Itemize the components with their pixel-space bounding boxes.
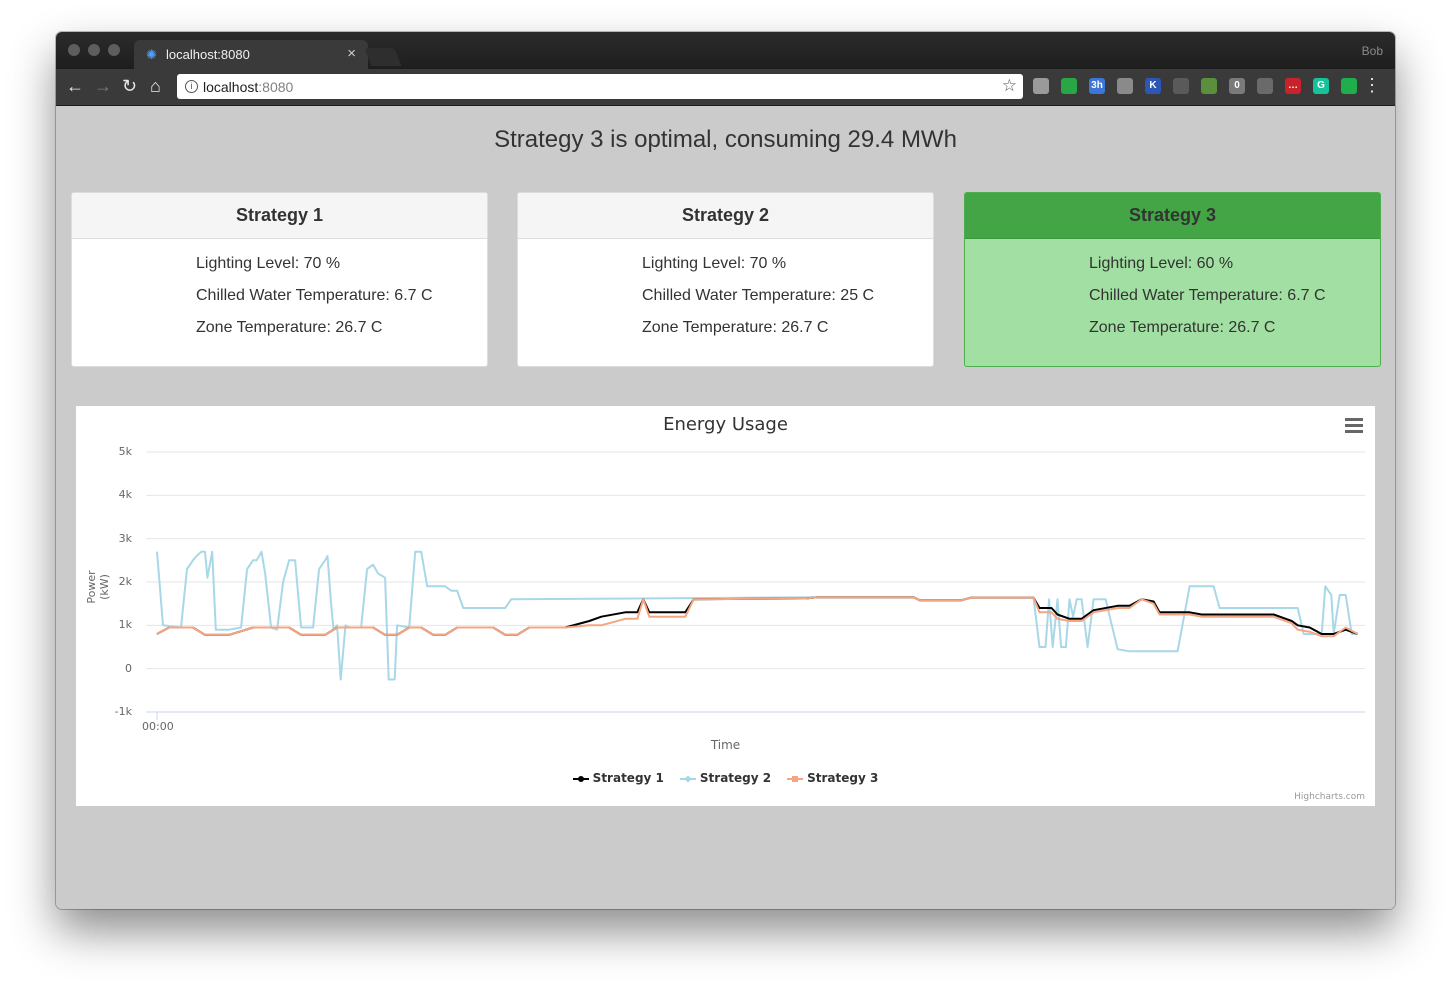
bookmark-star-icon[interactable]: ☆ [1002, 76, 1017, 96]
strategy-2-panel: Strategy 2 Lighting Level: 70 % Chilled … [517, 192, 934, 367]
tab-title: localhost:8080 [166, 47, 250, 62]
evernote-icon[interactable] [1201, 78, 1217, 94]
y-tick-label: 3k [118, 531, 132, 545]
y-tick-label: -1k [114, 705, 132, 718]
strategy-3-panel: Strategy 3 Lighting Level: 60 % Chilled … [964, 192, 1381, 367]
profile-name[interactable]: Bob [1362, 44, 1383, 58]
k-extension-icon[interactable]: K [1145, 78, 1161, 94]
y-tick-label: 5k [118, 445, 132, 458]
new-tab-button[interactable] [364, 48, 402, 66]
strategy-3-chilled-water: Chilled Water Temperature: 6.7 C [1089, 287, 1326, 304]
page-title: Strategy 3 is optimal, consuming 29.4 MW… [494, 126, 957, 153]
legend-label: Strategy 1 [592, 771, 664, 785]
strategy-2-chilled-water: Chilled Water Temperature: 25 C [642, 287, 875, 304]
y-tick-label: 0 [125, 661, 132, 675]
legend-symbol-icon [787, 774, 804, 784]
browser-tab[interactable]: ✺ localhost:8080 × [134, 40, 368, 69]
calendar-icon[interactable]: 3h [1089, 78, 1105, 94]
title-bar: ✺ localhost:8080 × Bob [56, 32, 1395, 69]
series-line-strategy-2[interactable] [156, 550, 1358, 681]
site-info-icon[interactable]: i [185, 80, 198, 93]
strategy-2-zone-temp: Zone Temperature: 26.7 C [642, 319, 829, 336]
highcharts-credits[interactable]: Highcharts.com [1294, 792, 1365, 802]
strategy-1-lighting: Lighting Level: 70 % [196, 255, 341, 272]
legend-item-strategy-2[interactable]: Strategy 2 [679, 771, 772, 785]
favicon-icon: ✺ [146, 47, 157, 62]
chart-title: Energy Usage [663, 414, 788, 435]
forward-arrow-icon[interactable]: → [94, 75, 112, 97]
pocket-icon[interactable] [1033, 78, 1049, 94]
strategy-3-lighting: Lighting Level: 60 % [1089, 255, 1234, 272]
legend-symbol-icon [572, 774, 589, 784]
legend-item-strategy-1[interactable]: Strategy 1 [572, 771, 664, 785]
energy-usage-chart: Energy Usage 5k 4k 3k 2k 1k 0 -1k Power (kW) 0… [76, 406, 1375, 806]
legend-item-strategy-3[interactable]: Strategy 3 [787, 771, 878, 785]
legend-symbol-icon [679, 774, 696, 784]
browser-menu-icon[interactable]: ⋮ [1363, 76, 1381, 94]
back-arrow-icon[interactable]: ← [66, 75, 84, 97]
url-text: localhost:8080 [203, 79, 294, 95]
strategy-2-lighting: Lighting Level: 70 % [642, 255, 787, 272]
browser-window: ✺ localhost:8080 × Bob ← → ↻ ⌂ i localho… [56, 32, 1395, 909]
maximize-window-button[interactable] [108, 44, 120, 56]
strategy-2-title: Strategy 2 [518, 193, 933, 239]
calculator-icon[interactable] [1117, 78, 1133, 94]
address-bar[interactable]: i localhost:8080 ☆ [177, 74, 1023, 99]
x-tick-label: 00:00 [142, 720, 174, 733]
chart-legend: Strategy 1 Strategy 2 Strategy 3 [76, 771, 1375, 785]
strategy-1-chilled-water: Chilled Water Temperature: 6.7 C [196, 287, 433, 304]
legend-label: Strategy 3 [807, 771, 879, 785]
y-tick-label: 1k [118, 618, 132, 632]
ghostery-icon[interactable]: 0 [1229, 78, 1245, 94]
strategy-1-zone-temp: Zone Temperature: 26.7 C [196, 319, 383, 336]
y-axis-label: Power (kW) [85, 570, 111, 604]
home-icon[interactable]: ⌂ [150, 75, 161, 97]
y-tick-label: 4k [118, 488, 132, 502]
strategy-1-title: Strategy 1 [72, 193, 487, 239]
chart-menu-icon[interactable] [1345, 418, 1363, 436]
legend-label: Strategy 2 [699, 771, 772, 785]
browser-toolbar: ← → ↻ ⌂ i localhost:8080 ☆ 3h K 0 … G ⋮ [56, 69, 1395, 106]
minimize-window-button[interactable] [88, 44, 100, 56]
strategy-3-zone-temp: Zone Temperature: 26.7 C [1089, 319, 1276, 336]
reload-icon[interactable]: ↻ [122, 75, 137, 97]
grammarly-icon[interactable]: G [1313, 78, 1329, 94]
close-window-button[interactable] [68, 44, 80, 56]
green-drop-icon[interactable] [1341, 78, 1357, 94]
page-content: Strategy 3 is optimal, consuming 29.4 MW… [56, 106, 1395, 909]
tab-close-icon[interactable]: × [347, 45, 356, 62]
recycle-icon[interactable] [1257, 78, 1273, 94]
lastpass-icon[interactable]: … [1285, 78, 1301, 94]
strategy-1-panel: Strategy 1 Lighting Level: 70 % Chilled … [71, 192, 488, 367]
cast-icon[interactable] [1173, 78, 1189, 94]
strategy-3-title: Strategy 3 [965, 193, 1380, 239]
grid-app-icon[interactable] [1061, 78, 1077, 94]
x-axis-label: Time [710, 738, 741, 752]
